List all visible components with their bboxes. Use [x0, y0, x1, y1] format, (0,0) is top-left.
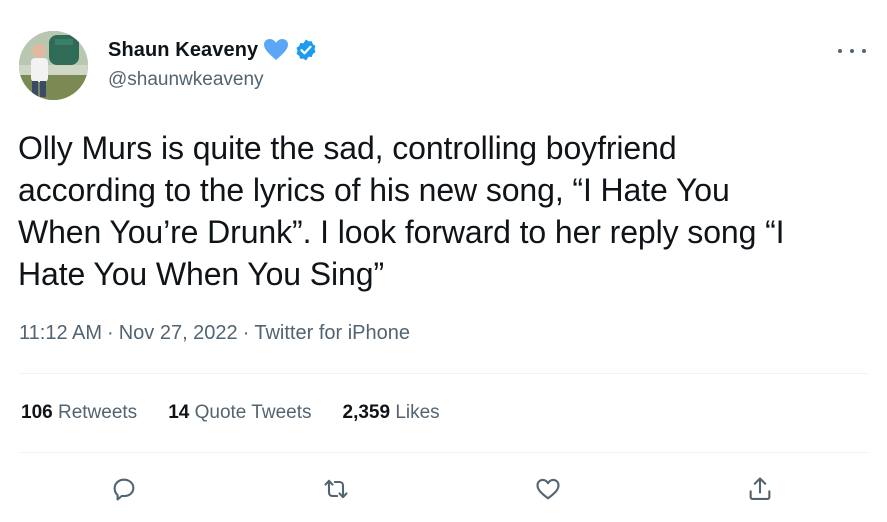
- display-name[interactable]: Shaun Keaveny: [108, 39, 258, 62]
- tweet-source[interactable]: Twitter for iPhone: [254, 322, 410, 344]
- avatar-photo: [19, 31, 88, 100]
- author-handle[interactable]: @shaunwkeaveny: [108, 69, 264, 91]
- divider-top: [19, 373, 868, 374]
- tweet-text: Olly Murs is quite the sad, controlling …: [18, 130, 785, 292]
- quotes-label: Quote Tweets: [194, 402, 312, 423]
- share-icon[interactable]: [742, 471, 778, 507]
- action-bar: [0, 471, 887, 507]
- blue-heart-icon: [263, 38, 289, 62]
- likes-stat[interactable]: 2,359 Likes: [343, 402, 440, 424]
- author-name-row[interactable]: Shaun Keaveny: [108, 36, 318, 64]
- divider-bottom: [19, 452, 868, 453]
- meta-separator-2: ·: [242, 322, 250, 344]
- tweet-meta: 11:12 AM · Nov 27, 2022 · Twitter for iPhone: [19, 322, 410, 345]
- tweet-date[interactable]: Nov 27, 2022: [119, 322, 238, 344]
- quotes-count: 14: [168, 402, 190, 423]
- meta-separator: ·: [107, 322, 114, 344]
- heart-icon[interactable]: [530, 471, 566, 507]
- retweet-icon[interactable]: [318, 471, 354, 507]
- quotes-stat[interactable]: 14 Quote Tweets: [168, 402, 311, 424]
- likes-count: 2,359: [342, 402, 391, 423]
- retweets-label: Retweets: [57, 402, 138, 423]
- tweet-time[interactable]: 11:12 AM: [19, 322, 102, 344]
- reply-icon[interactable]: [106, 471, 142, 507]
- likes-label: Likes: [395, 402, 440, 423]
- verified-badge-icon[interactable]: [294, 38, 318, 62]
- avatar[interactable]: [19, 31, 88, 100]
- tweet-stats: 106 Retweets 14 Quote Tweets 2,359 Likes: [21, 402, 471, 424]
- more-icon[interactable]: [838, 44, 866, 58]
- retweets-count: 106: [21, 402, 53, 423]
- retweets-stat[interactable]: 106 Retweets: [21, 402, 137, 424]
